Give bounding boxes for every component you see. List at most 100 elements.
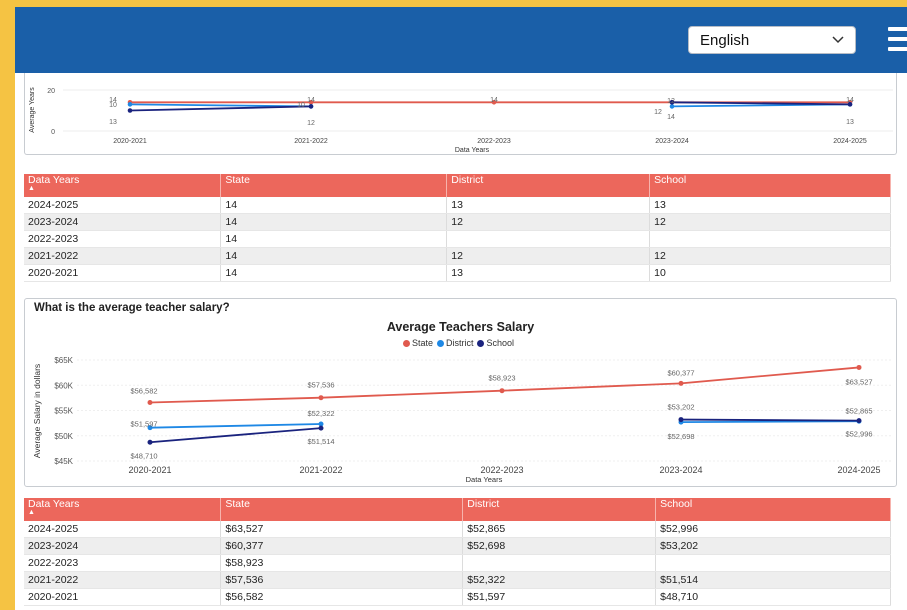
data-point-district [127, 102, 133, 107]
table-cell: 2023-2024 [24, 213, 222, 231]
experience-chart-panel: 20 0 Average Years 2020-2021 2021-2022 2022-2… [24, 73, 897, 155]
data-label: 12 [654, 109, 662, 116]
x-tick-label: 2020-2021 [128, 465, 171, 475]
series-line-district [129, 103, 312, 108]
y-tick-label: 20 [47, 88, 55, 95]
salary-col-header-1[interactable]: State [220, 498, 464, 521]
y-tick-label: $55K [54, 407, 73, 416]
data-label: 12 [667, 98, 675, 105]
table-cell [655, 554, 891, 572]
table-row: 2020-2021 14 13 10 [24, 264, 891, 282]
x-tick-label: 2023-2024 [655, 138, 689, 145]
y-tick-label: $50K [54, 432, 73, 441]
data-label: 14 [490, 97, 498, 104]
experience-col-header-1[interactable]: State [220, 174, 448, 197]
x-axis-title: Data Years [455, 147, 490, 154]
table-row: 2022-2023 $58,923 [24, 554, 891, 572]
x-tick-label: 2022-2023 [480, 465, 523, 475]
table-cell: 13 [649, 197, 891, 214]
data-point-state [499, 388, 505, 394]
table-cell: $51,597 [462, 588, 657, 606]
data-label: 10 [297, 102, 305, 109]
x-tick-label: 2024-2025 [837, 465, 880, 475]
frame-top-edge [0, 0, 907, 7]
table-cell [462, 554, 657, 572]
data-point-school [127, 108, 133, 113]
table-cell [446, 230, 651, 248]
column-label: District [451, 174, 484, 186]
table-cell: 12 [446, 213, 651, 231]
data-point-school [678, 417, 684, 423]
table-cell: 2023-2024 [24, 537, 222, 555]
data-label: $63,527 [845, 377, 872, 386]
experience-table: Data Years ▲ State District School 2024-2025… [24, 174, 891, 282]
table-cell: 2022-2023 [24, 554, 222, 572]
table-row: 2023-2024 14 12 12 [24, 213, 891, 231]
table-cell: 10 [649, 264, 891, 282]
data-label: 10 [109, 102, 117, 109]
table-cell: 13 [446, 197, 651, 214]
data-point-school [147, 439, 153, 445]
data-point-state [678, 380, 684, 386]
data-label: $58,923 [488, 374, 515, 383]
table-cell: $58,923 [220, 554, 464, 572]
table-cell: $57,536 [220, 571, 464, 589]
table-cell: 14 [220, 213, 448, 231]
table-row: 2021-2022 14 12 12 [24, 247, 891, 265]
table-cell: $63,527 [220, 521, 464, 538]
salary-col-header-3[interactable]: School [655, 498, 891, 521]
chevron-down-icon [832, 36, 844, 44]
data-point-state [147, 400, 153, 406]
y-axis-title: Average Years [29, 87, 36, 133]
salary-table: Data Years ▲ State District School 2024-2025… [24, 498, 891, 606]
x-tick-label: 2022-2023 [477, 138, 511, 145]
app-window: English 20 0 Average Years 2020-2021 2021-20… [15, 7, 907, 610]
table-cell: $60,377 [220, 537, 464, 555]
experience-col-header-0[interactable]: Data Years ▲ [24, 174, 222, 197]
data-label: $52,698 [667, 432, 694, 441]
y-tick-label: $45K [54, 457, 73, 466]
table-cell: $52,322 [462, 571, 657, 589]
x-axis-title: Data Years [466, 475, 503, 484]
salary-col-header-0[interactable]: Data Years ▲ [24, 498, 222, 521]
series-line-school [149, 427, 322, 444]
sort-ascending-icon: ▲ [28, 509, 35, 516]
experience-col-header-3[interactable]: School [649, 174, 891, 197]
y-tick-label: 0 [51, 129, 55, 136]
table-cell: $52,698 [462, 537, 657, 555]
y-tick-label: $65K [54, 356, 73, 365]
y-axis-title: Average Salary in dollars [32, 364, 42, 458]
data-point-state [856, 364, 862, 370]
table-row: 2022-2023 14 [24, 230, 891, 248]
series-line-district [680, 420, 860, 424]
table-cell: $53,202 [655, 537, 891, 555]
hamburger-menu-icon[interactable] [888, 27, 907, 51]
column-label: State [225, 174, 250, 186]
data-label: $51,514 [307, 437, 334, 446]
frame-left-edge [0, 0, 15, 610]
table-cell: 12 [649, 247, 891, 265]
x-tick-label: 2024-2025 [833, 138, 867, 145]
salary-line-chart: $65K $60K $55K $50K $45K Average Salary in do… [32, 356, 893, 484]
column-label: Data Years [28, 498, 80, 510]
salary-col-header-2[interactable]: District [462, 498, 657, 521]
series-line-district [149, 423, 322, 429]
language-select[interactable]: English [688, 26, 856, 54]
header-bar: English [15, 7, 907, 73]
table-row: 2020-2021 $56,582 $51,597 $48,710 [24, 588, 891, 606]
data-point-school [308, 104, 314, 109]
y-tick-label: $60K [54, 381, 73, 390]
data-label: 14 [307, 97, 315, 104]
table-cell: $52,996 [655, 521, 891, 538]
salary-chart-panel: What is the average teacher salary? Aver… [24, 298, 897, 487]
experience-col-header-2[interactable]: District [446, 174, 651, 197]
data-label: $56,582 [130, 387, 157, 396]
data-label: $48,710 [130, 451, 157, 460]
data-label: $52,865 [845, 406, 872, 415]
series-line-state [149, 366, 860, 404]
experience-line-chart: 20 0 Average Years 2020-2021 2021-2022 2022-2… [29, 87, 893, 154]
series-line-school [680, 418, 860, 422]
table-row: 2024-2025 14 13 13 [24, 197, 891, 214]
column-label: School [654, 174, 687, 186]
table-cell: 14 [220, 197, 448, 214]
